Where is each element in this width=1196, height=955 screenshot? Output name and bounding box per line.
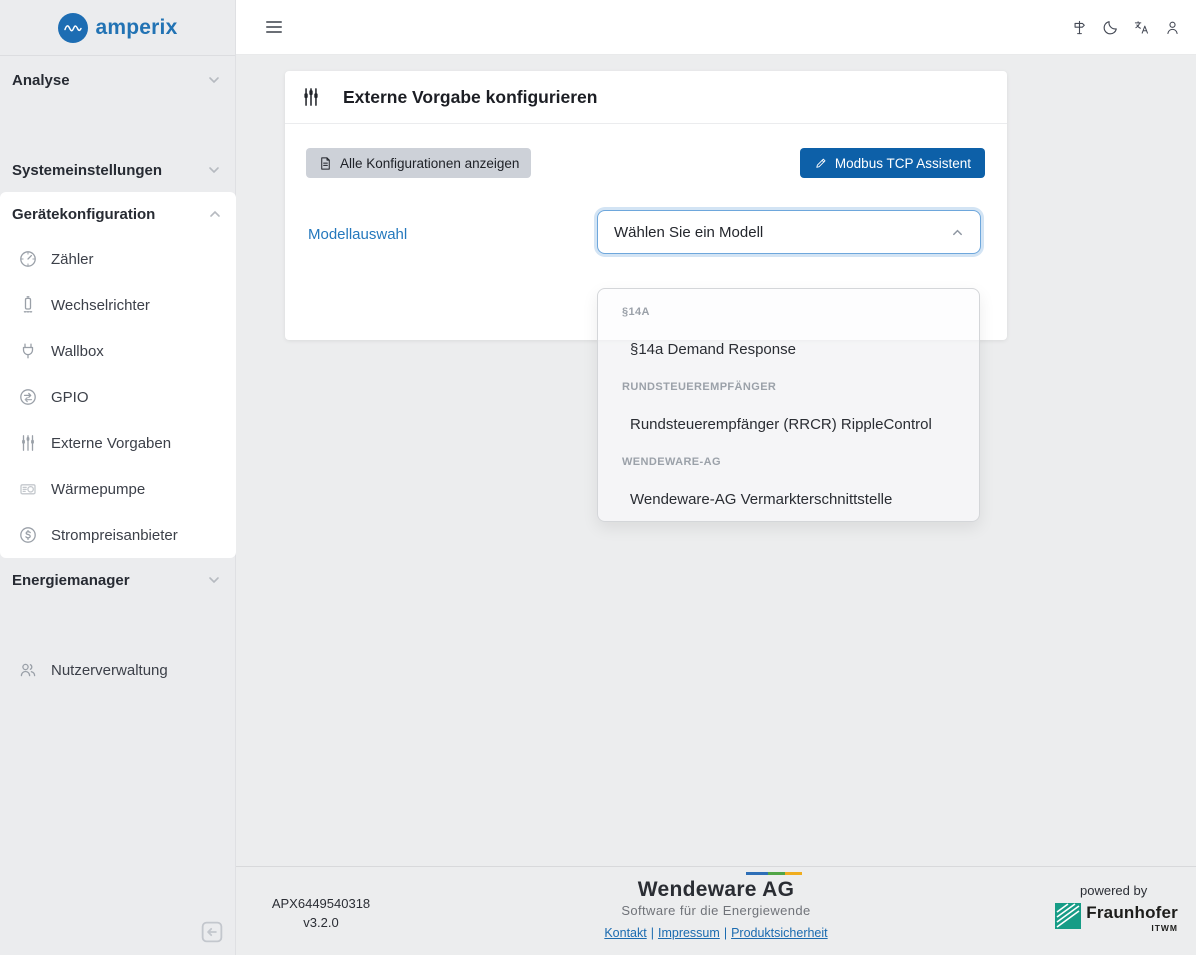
wendeware-color-bar — [746, 872, 802, 875]
dropdown-group-label: RUNDSTEUEREMPFÄNGER — [598, 369, 979, 406]
company-name: Wendeware AG — [576, 878, 856, 902]
link-kontakt[interactable]: Kontakt — [604, 926, 646, 940]
powered-by-label: powered by — [1055, 883, 1172, 898]
footer: APX6449540318 v3.2.0 Wendeware AG Softwa… — [236, 866, 1196, 955]
sidebar-section-analyse[interactable]: Analyse — [0, 58, 235, 102]
dropdown-group-label: WENDEWARE-AG — [598, 444, 979, 481]
section-label: Analyse — [12, 72, 70, 89]
pen-icon — [814, 156, 828, 170]
sidebar-section-energiemanager[interactable]: Energiemanager — [0, 558, 235, 602]
button-label: Alle Konfigurationen anzeigen — [340, 156, 519, 171]
dropdown-group-label: §14A — [598, 294, 979, 331]
fraunhofer-institute: ITWM — [1151, 923, 1178, 933]
dark-mode-icon[interactable] — [1102, 19, 1119, 36]
button-label: Modbus TCP Assistent — [835, 156, 971, 171]
sidebar-item-wechselrichter[interactable]: Wechselrichter — [0, 282, 236, 328]
sidebar-item-label: Nutzerverwaltung — [51, 662, 168, 679]
sidebar: amperix Analyse Systemeinstellungen Gerä… — [0, 0, 236, 955]
model-select[interactable]: Wählen Sie ein Modell — [597, 210, 981, 254]
gpio-icon — [18, 387, 38, 407]
show-all-configurations-button[interactable]: Alle Konfigurationen anzeigen — [306, 148, 531, 178]
link-separator: | — [651, 926, 654, 940]
link-separator: | — [724, 926, 727, 940]
sidebar-item-externe-vorgaben[interactable]: Externe Vorgaben — [0, 420, 236, 466]
sidebar-item-waermepumpe[interactable]: Wärmepumpe — [0, 466, 236, 512]
sidebar-item-gpio[interactable]: GPIO — [0, 374, 236, 420]
fraunhofer-logo: Fraunhofer ITWM — [1055, 903, 1178, 933]
wendeware-logo: Wendeware AG Software für die Energiewen… — [576, 870, 856, 940]
dropdown-option-wendeware-vermarkterschnittstelle[interactable]: Wendeware-AG Vermarkterschnittstelle — [598, 481, 979, 519]
account-icon[interactable] — [1164, 19, 1181, 36]
sidebar-item-label: Wallbox — [51, 343, 104, 360]
link-impressum[interactable]: Impressum — [658, 926, 720, 940]
sidebar-item-label: Zähler — [51, 251, 94, 268]
fraunhofer-name: Fraunhofer — [1086, 903, 1178, 923]
sidebar-item-label: Externe Vorgaben — [51, 435, 171, 452]
sidebar-item-label: GPIO — [51, 389, 89, 406]
brand-name: amperix — [96, 16, 178, 40]
chevron-up-icon — [208, 207, 222, 221]
inverter-icon — [18, 295, 38, 315]
device-id: APX6449540318 — [256, 894, 386, 913]
plug-icon — [18, 341, 38, 361]
modbus-tcp-assistant-button[interactable]: Modbus TCP Assistent — [800, 148, 985, 178]
dropdown-option-rundsteuerempfaenger[interactable]: Rundsteuerempfänger (RRCR) RippleControl — [598, 406, 979, 444]
heatpump-icon — [18, 479, 38, 499]
model-select-placeholder: Wählen Sie ein Modell — [614, 224, 763, 241]
signpost-icon[interactable] — [1071, 19, 1088, 36]
link-produktsicherheit[interactable]: Produktsicherheit — [731, 926, 828, 940]
amperix-wave-icon — [58, 13, 88, 43]
price-icon — [18, 525, 38, 545]
document-icon — [318, 156, 333, 171]
company-tagline: Software für die Energiewende — [576, 903, 856, 918]
app-root: amperix Analyse Systemeinstellungen Gerä… — [0, 0, 1196, 955]
fraunhofer-wordmark: Fraunhofer ITWM — [1086, 903, 1178, 933]
model-dropdown-panel: §14A §14a Demand Response RUNDSTEUEREMPF… — [597, 288, 980, 522]
chevron-down-icon — [207, 163, 221, 177]
sliders-icon — [300, 86, 322, 108]
footer-links: Kontakt | Impressum | Produktsicherheit — [576, 926, 856, 940]
dropdown-option-14a-demand-response[interactable]: §14a Demand Response — [598, 331, 979, 369]
fraunhofer-stripes-icon — [1055, 903, 1081, 929]
device-info: APX6449540318 v3.2.0 — [256, 894, 386, 932]
chevron-up-icon — [951, 226, 964, 239]
app-version: v3.2.0 — [256, 913, 386, 932]
collapse-sidebar-button[interactable] — [199, 919, 225, 945]
section-label: Energiemanager — [12, 572, 130, 589]
sidebar-item-label: Strompreisanbieter — [51, 527, 178, 544]
sidebar-section-systemeinstellungen[interactable]: Systemeinstellungen — [0, 148, 235, 192]
topbar — [236, 0, 1196, 55]
language-icon[interactable] — [1133, 19, 1150, 36]
sidebar-item-zaehler[interactable]: Zähler — [0, 236, 236, 282]
sidebar-item-strompreisanbieter[interactable]: Strompreisanbieter — [0, 512, 236, 558]
page-title: Externe Vorgabe konfigurieren — [343, 87, 597, 108]
button-row: Alle Konfigurationen anzeigen Modbus TCP… — [285, 124, 1007, 178]
brand-logo[interactable]: amperix — [0, 0, 235, 56]
topbar-icons — [1071, 19, 1181, 36]
section-label: Systemeinstellungen — [12, 162, 162, 179]
sidebar-item-label: Wechselrichter — [51, 297, 150, 314]
sidebar-item-nutzerverwaltung[interactable]: Nutzerverwaltung — [0, 647, 235, 693]
sidebar-item-label: Wärmepumpe — [51, 481, 145, 498]
users-icon — [18, 660, 38, 680]
chevron-down-icon — [207, 573, 221, 587]
sidebar-section-geraetekonfiguration[interactable]: Gerätekonfiguration — [0, 192, 236, 236]
chevron-down-icon — [207, 73, 221, 87]
gauge-icon — [18, 249, 38, 269]
section-label: Gerätekonfiguration — [12, 206, 155, 223]
hamburger-menu-icon[interactable] — [266, 21, 282, 33]
sidebar-expanded-panel: Gerätekonfiguration Zähler — [0, 192, 236, 558]
sidebar-item-wallbox[interactable]: Wallbox — [0, 328, 236, 374]
powered-by-block: powered by Fraunhofer ITWM — [1055, 883, 1178, 933]
model-select-label: Modellauswahl — [308, 226, 407, 243]
sliders-icon — [18, 433, 38, 453]
card-header: Externe Vorgabe konfigurieren — [285, 71, 1007, 124]
